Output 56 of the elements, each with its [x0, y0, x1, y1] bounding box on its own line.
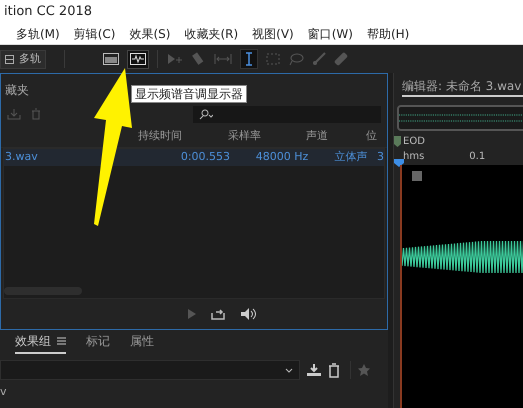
- marquee-tool-icon[interactable]: [266, 52, 280, 66]
- table-cell-text: 立体声: [334, 149, 368, 166]
- text-cursor-icon: [245, 52, 253, 66]
- menu-item[interactable]: 窗口(W): [308, 24, 353, 42]
- search-icon: [199, 108, 213, 120]
- menu-item[interactable]: 剪辑(C): [74, 24, 116, 42]
- playhead-icon[interactable]: [394, 159, 404, 167]
- menu-item[interactable]: 帮助(H): [366, 24, 410, 42]
- table-cell-text: 0:00.553: [180, 149, 230, 166]
- column-header[interactable]: 位: [366, 128, 376, 145]
- table-cell-text: 48000 Hz: [254, 149, 308, 166]
- grid-icon: [5, 54, 14, 64]
- ruler-label: hms: [403, 150, 424, 164]
- panel-tab[interactable]: 属性: [130, 332, 154, 354]
- file-row[interactable]: 3.wav 0:00.553 48000 Hz 立体声 3: [4, 149, 384, 166]
- table-cell-text: 3.wav: [4, 149, 39, 166]
- menu-item[interactable]: 效果(S): [129, 24, 170, 42]
- window-title: ition CC 2018: [4, 2, 92, 21]
- razor-tool-icon[interactable]: [192, 52, 206, 66]
- pitch-display-button[interactable]: [127, 50, 149, 68]
- import-icon[interactable]: [7, 108, 21, 120]
- download-icon[interactable]: [306, 363, 322, 377]
- tooltip: 显示频谱音调显示器: [131, 85, 247, 103]
- star-icon[interactable]: [357, 363, 371, 377]
- editor-title: 编辑器: 未命名 3.wav: [402, 77, 523, 97]
- loop-icon[interactable]: [210, 308, 224, 320]
- speaker-icon[interactable]: [238, 307, 256, 321]
- healing-tool-icon[interactable]: [334, 52, 348, 66]
- panel-title: 藏夹: [5, 82, 29, 99]
- menu-icon: [57, 337, 66, 345]
- column-header[interactable]: 采样率: [228, 128, 278, 145]
- column-header[interactable]: 持续时间: [138, 128, 190, 145]
- spectral-display-icon[interactable]: [103, 53, 119, 65]
- panel-tab[interactable]: 效果组: [15, 332, 66, 354]
- preset-dropdown[interactable]: [0, 360, 300, 380]
- column-header[interactable]: 声道: [306, 128, 346, 145]
- table-cell-text: 3: [376, 149, 384, 166]
- panel-tab[interactable]: 标记: [86, 332, 110, 354]
- slip-tool-icon[interactable]: [214, 52, 232, 66]
- chevron-down-icon: [285, 368, 293, 372]
- lasso-tool-icon[interactable]: [288, 52, 304, 66]
- marker-label: EOD: [403, 134, 425, 148]
- channel-toggle[interactable]: [412, 171, 422, 181]
- move-tool-icon[interactable]: [166, 52, 184, 66]
- marker-icon: [394, 136, 401, 146]
- ruler-label: 0.1: [469, 150, 486, 164]
- menu-item[interactable]: 多轨(M): [16, 24, 60, 42]
- time-selection-tool[interactable]: [240, 49, 258, 69]
- play-icon[interactable]: [186, 308, 196, 320]
- waveform-display-icon: [130, 53, 146, 65]
- search-field[interactable]: [193, 106, 381, 122]
- brush-tool-icon[interactable]: [312, 52, 326, 66]
- menu-item[interactable]: 收藏夹(R): [184, 24, 238, 42]
- menu-item[interactable]: 视图(V): [252, 24, 294, 42]
- workspace-button[interactable]: 多轨: [0, 50, 46, 68]
- effect-rack-label: v: [0, 384, 8, 400]
